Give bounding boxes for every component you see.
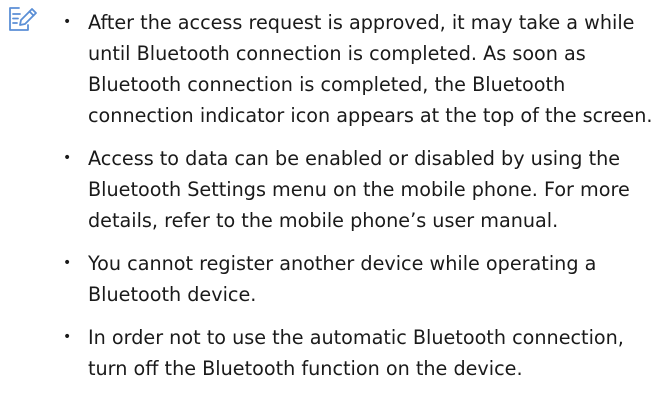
bullet: • [63, 255, 72, 271]
note-item-text: In order not to use the automatic Blueto… [88, 326, 624, 380]
note-item: • Access to data can be enabled or disab… [60, 143, 660, 236]
note-item: • In order not to use the automatic Blue… [60, 322, 660, 384]
note-item-text: Access to data can be enabled or disable… [88, 147, 630, 232]
bullet: • [63, 14, 72, 30]
note-item-text: After the access request is approved, it… [88, 11, 653, 127]
note-item: • You cannot register another device whi… [60, 248, 660, 310]
note-list: • After the access request is approved, … [60, 7, 660, 396]
note-item: • After the access request is approved, … [60, 7, 660, 131]
note-block: • After the access request is approved, … [0, 0, 670, 393]
note-item-text: You cannot register another device while… [88, 252, 597, 306]
bullet: • [63, 150, 72, 166]
note-pencil-icon [8, 6, 38, 32]
bullet: • [63, 329, 72, 345]
